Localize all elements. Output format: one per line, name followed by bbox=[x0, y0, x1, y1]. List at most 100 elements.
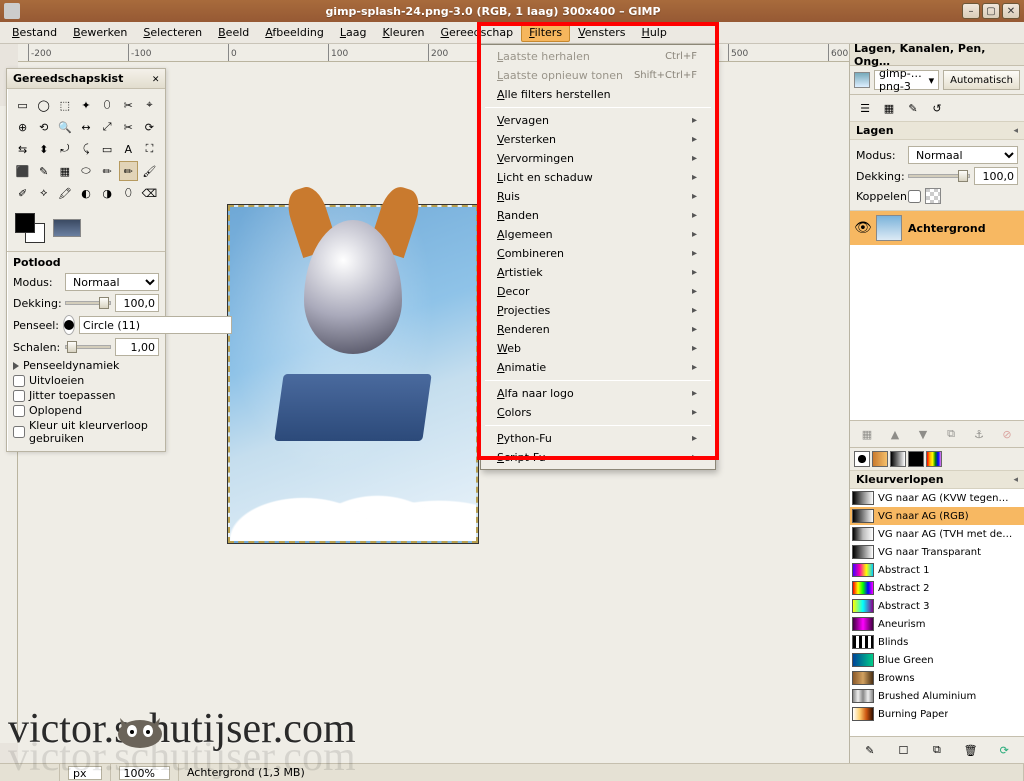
menu-bestand[interactable]: Bestand bbox=[4, 23, 65, 42]
pattern-picker-icon[interactable] bbox=[872, 451, 888, 467]
chk-oplopend[interactable]: Oplopend bbox=[13, 404, 159, 417]
maximize-button[interactable]: ▢ bbox=[982, 3, 1000, 19]
menuitem-decor[interactable]: Decor▸ bbox=[481, 282, 715, 301]
tool-30[interactable]: 🖍 bbox=[55, 183, 74, 203]
tool-14[interactable]: ⇆ bbox=[13, 139, 32, 159]
fg-bg-swatch[interactable] bbox=[15, 213, 45, 243]
menu-hulp[interactable]: Hulp bbox=[634, 23, 675, 42]
gradient-picker-icon[interactable] bbox=[890, 451, 906, 467]
palette-picker-icon[interactable] bbox=[908, 451, 924, 467]
menu-selecteren[interactable]: Selecteren bbox=[135, 23, 210, 42]
panel-menu-icon[interactable]: ◂ bbox=[1013, 126, 1018, 136]
tool-6[interactable]: ⌖ bbox=[140, 95, 159, 115]
brush-preview[interactable] bbox=[63, 315, 75, 335]
gradient-row[interactable]: VG naar Transparant bbox=[850, 543, 1024, 561]
menuitem-colors[interactable]: Colors▸ bbox=[481, 403, 715, 422]
tool-2[interactable]: ⬚ bbox=[55, 95, 74, 115]
refresh-gradient-icon[interactable]: ⟳ bbox=[988, 740, 1020, 760]
tool-22[interactable]: ✎ bbox=[34, 161, 53, 181]
menuitem-script-fu[interactable]: Script-Fu▸ bbox=[481, 448, 715, 467]
brush-dynamics-expander[interactable]: Penseeldynamiek bbox=[13, 359, 159, 372]
lower-layer-icon[interactable]: ▼ bbox=[910, 424, 936, 444]
new-gradient-icon[interactable]: ☐ bbox=[888, 740, 920, 760]
menuitem-randen[interactable]: Randen▸ bbox=[481, 206, 715, 225]
delete-layer-icon[interactable]: ⊘ bbox=[994, 424, 1020, 444]
schalen-value[interactable] bbox=[115, 338, 159, 356]
units-combo[interactable]: px bbox=[60, 764, 111, 781]
tool-15[interactable]: ⬍ bbox=[34, 139, 53, 159]
undo-tab-icon[interactable]: ↺ bbox=[926, 98, 948, 118]
menuitem-vervagen[interactable]: Vervagen▸ bbox=[481, 111, 715, 130]
tool-1[interactable]: ◯ bbox=[34, 95, 53, 115]
gradient-row[interactable]: Blue Green bbox=[850, 651, 1024, 669]
tool-25[interactable]: ✏ bbox=[98, 161, 117, 181]
tool-34[interactable]: ⌫ bbox=[140, 183, 159, 203]
menu-laag[interactable]: Laag bbox=[332, 23, 375, 42]
layer-name[interactable]: Achtergrond bbox=[908, 222, 986, 235]
gradient-row[interactable]: Burning Paper bbox=[850, 705, 1024, 723]
layers-tab-icon[interactable]: ☰ bbox=[854, 98, 876, 118]
tool-9[interactable]: 🔍 bbox=[55, 117, 74, 137]
delete-gradient-icon[interactable]: 🗑 bbox=[955, 740, 987, 760]
menuitem-ruis[interactable]: Ruis▸ bbox=[481, 187, 715, 206]
brush-name-input[interactable] bbox=[79, 316, 232, 334]
menuitem-alle-filters-herstellen[interactable]: Alle filters herstellen bbox=[481, 85, 715, 104]
menuitem-alfa-naar-logo[interactable]: Alfa naar logo▸ bbox=[481, 384, 715, 403]
gradient-row[interactable]: Abstract 2 bbox=[850, 579, 1024, 597]
auto-button[interactable]: Automatisch bbox=[943, 70, 1020, 90]
layer-list[interactable]: 👁 Achtergrond bbox=[850, 211, 1024, 421]
tool-8[interactable]: ⟲ bbox=[34, 117, 53, 137]
menuitem-algemeen[interactable]: Algemeen▸ bbox=[481, 225, 715, 244]
zoom-combo[interactable]: 100% bbox=[111, 764, 179, 781]
menu-kleuren[interactable]: Kleuren bbox=[374, 23, 432, 42]
fg-color[interactable] bbox=[15, 213, 35, 233]
dekking-value[interactable] bbox=[115, 294, 159, 312]
menu-filters[interactable]: Filters bbox=[521, 23, 570, 42]
layer-modus-select[interactable]: Normaal bbox=[908, 146, 1018, 164]
tool-23[interactable]: ▦ bbox=[55, 161, 74, 181]
tool-19[interactable]: A bbox=[119, 139, 138, 159]
new-layer-icon[interactable]: ▦ bbox=[854, 424, 880, 444]
tool-21[interactable]: ⬛ bbox=[13, 161, 32, 181]
layer-dekking-slider[interactable] bbox=[908, 169, 970, 183]
paths-tab-icon[interactable]: ✎ bbox=[902, 98, 924, 118]
close-button[interactable]: ✕ bbox=[1002, 3, 1020, 19]
menu-vensters[interactable]: Vensters bbox=[570, 23, 633, 42]
tool-16[interactable]: ⤾ bbox=[55, 139, 74, 159]
chk-uitvloeien[interactable]: Uitvloeien bbox=[13, 374, 159, 387]
tool-29[interactable]: ⟡ bbox=[34, 183, 53, 203]
gradient-row[interactable]: Brushed Aluminium bbox=[850, 687, 1024, 705]
canvas-image[interactable] bbox=[228, 205, 478, 543]
edit-gradient-icon[interactable]: ✎ bbox=[854, 740, 886, 760]
active-gradient-swatch[interactable] bbox=[53, 219, 81, 237]
anchor-layer-icon[interactable]: ⚓ bbox=[966, 424, 992, 444]
tool-27[interactable]: 🖌 bbox=[140, 161, 159, 181]
tool-28[interactable]: ✐ bbox=[13, 183, 32, 203]
tool-11[interactable]: ⤢ bbox=[98, 117, 117, 137]
tool-5[interactable]: ✂ bbox=[119, 95, 138, 115]
gradient-row[interactable]: VG naar AG (RGB) bbox=[850, 507, 1024, 525]
tool-31[interactable]: ◐ bbox=[76, 183, 95, 203]
menuitem-web[interactable]: Web▸ bbox=[481, 339, 715, 358]
modus-select[interactable]: Normaal bbox=[65, 273, 159, 291]
duplicate-layer-icon[interactable]: ⧉ bbox=[938, 424, 964, 444]
schalen-slider[interactable] bbox=[65, 340, 111, 354]
menuitem-combineren[interactable]: Combineren▸ bbox=[481, 244, 715, 263]
gradient-row[interactable]: Blinds bbox=[850, 633, 1024, 651]
colors-picker-icon[interactable] bbox=[926, 451, 942, 467]
image-combo[interactable]: gimp-…png-3▾ bbox=[874, 70, 939, 90]
tool-3[interactable]: ✦ bbox=[76, 95, 95, 115]
menu-afbeelding[interactable]: Afbeelding bbox=[257, 23, 332, 42]
tool-26[interactable]: ✏ bbox=[119, 161, 138, 181]
chk-kleurverloop[interactable]: Kleur uit kleurverloop gebruiken bbox=[13, 419, 159, 445]
koppelen-checkbox[interactable] bbox=[908, 190, 921, 203]
dock-tabbar[interactable]: Lagen, Kanalen, Pen, Ong… bbox=[850, 44, 1024, 66]
menu-bewerken[interactable]: Bewerken bbox=[65, 23, 135, 42]
tool-18[interactable]: ▭ bbox=[98, 139, 117, 159]
lock-alpha-icon[interactable] bbox=[925, 188, 941, 204]
menuitem-versterken[interactable]: Versterken▸ bbox=[481, 130, 715, 149]
minimize-button[interactable]: – bbox=[962, 3, 980, 19]
tool-7[interactable]: ⊕ bbox=[13, 117, 32, 137]
layer-row[interactable]: 👁 Achtergrond bbox=[850, 211, 1024, 245]
menuitem-renderen[interactable]: Renderen▸ bbox=[481, 320, 715, 339]
